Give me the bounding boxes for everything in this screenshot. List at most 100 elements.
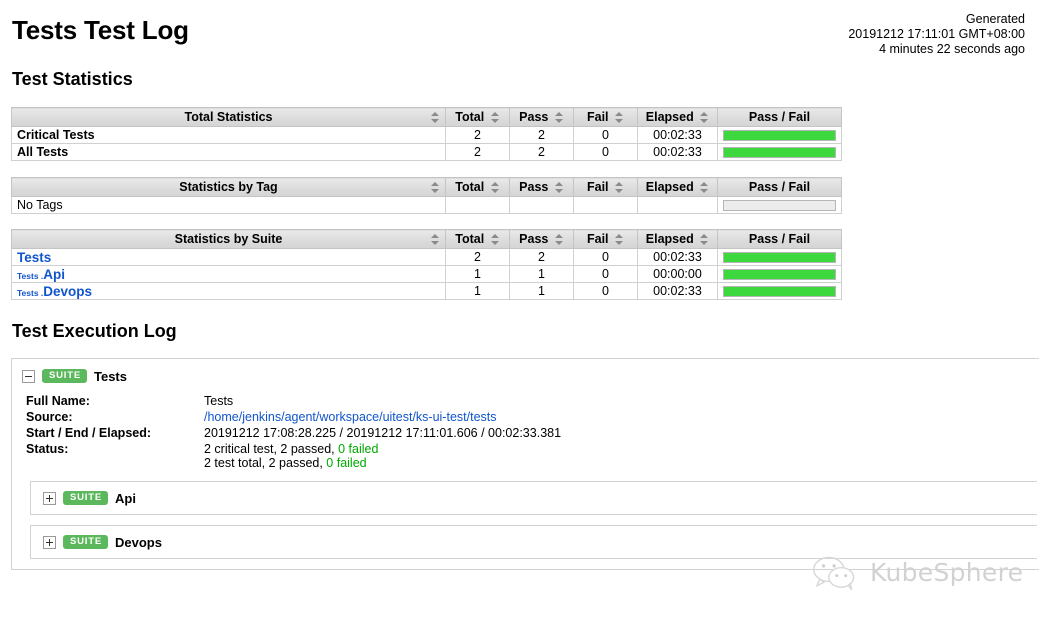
column-label: Fail bbox=[586, 180, 609, 194]
table-row: No Tags bbox=[11, 196, 842, 214]
suite-header-api[interactable]: SUITE Api bbox=[31, 489, 1037, 507]
sort-arrows-icon[interactable] bbox=[490, 182, 500, 194]
column-header-elapsed[interactable]: Elapsed bbox=[637, 177, 718, 197]
page-title: Tests Test Log bbox=[12, 15, 189, 45]
suite-badge: SUITE bbox=[63, 535, 108, 549]
column-header-pass[interactable]: Pass bbox=[509, 177, 574, 197]
column-header-fail[interactable]: Fail bbox=[573, 177, 638, 197]
column-header-elapsed[interactable]: Elapsed bbox=[637, 107, 718, 127]
sort-arrows-icon[interactable] bbox=[615, 182, 624, 194]
sort-arrows-icon[interactable] bbox=[490, 234, 500, 246]
column-label: Pass bbox=[519, 110, 549, 124]
cell-pass: 2 bbox=[509, 126, 574, 144]
column-header-fail[interactable]: Fail bbox=[573, 107, 638, 127]
sort-arrows-icon[interactable] bbox=[700, 112, 709, 124]
pass-portion bbox=[724, 147, 835, 157]
sort-arrows-icon[interactable] bbox=[431, 112, 440, 123]
sort-arrows-icon[interactable] bbox=[554, 234, 564, 246]
status-critical-failed: 0 failed bbox=[338, 442, 379, 456]
column-header-total-statistics[interactable]: Total Statistics bbox=[11, 107, 446, 127]
child-suite-api: SUITE Api bbox=[30, 481, 1037, 515]
cell-elapsed: 00:02:33 bbox=[637, 143, 718, 161]
cell-total: 2 bbox=[445, 143, 510, 161]
cell-pass bbox=[509, 196, 574, 214]
cell-pass-fail-bar bbox=[717, 265, 842, 283]
column-header-fail[interactable]: Fail bbox=[573, 229, 638, 249]
collapse-toggle-icon[interactable] bbox=[22, 369, 35, 383]
sort-arrows-icon[interactable] bbox=[700, 234, 709, 246]
table-row: Tests .Api 1 1 0 00:00:00 bbox=[11, 265, 842, 283]
sort-arrows-icon[interactable] bbox=[431, 182, 440, 193]
pass-portion bbox=[724, 130, 835, 140]
table-row: Critical Tests 2 2 0 00:02:33 bbox=[11, 126, 842, 144]
pass-portion bbox=[724, 269, 835, 279]
cell-total: 2 bbox=[445, 248, 510, 266]
column-header-total[interactable]: Total bbox=[445, 229, 510, 249]
cell-pass: 1 bbox=[509, 282, 574, 300]
metadata-row-status: Status: 2 critical test, 2 passed, 0 fai… bbox=[26, 441, 561, 471]
sort-arrows-icon[interactable] bbox=[490, 112, 500, 124]
column-header-statistics-by-tag[interactable]: Statistics by Tag bbox=[11, 177, 446, 197]
cell-elapsed bbox=[637, 196, 718, 214]
status-line-critical: 2 critical test, 2 passed, 0 failed bbox=[204, 442, 561, 456]
suite-title: Api bbox=[114, 490, 136, 506]
start-end-elapsed-value: 20191212 17:08:28.225 / 20191212 17:11:0… bbox=[204, 426, 562, 440]
expand-toggle-icon[interactable] bbox=[43, 491, 56, 505]
test-statistics-heading: Test Statistics bbox=[12, 69, 133, 89]
cell-fail bbox=[573, 196, 638, 214]
column-label: Pass / Fail bbox=[748, 110, 811, 124]
column-label: Pass / Fail bbox=[748, 180, 811, 194]
cell-pass: 2 bbox=[509, 248, 574, 266]
suite-statistics-table: Statistics by Suite Total Pass Fail Elap… bbox=[11, 229, 842, 300]
suite-link[interactable]: Tests .Devops bbox=[17, 284, 92, 299]
pass-portion bbox=[724, 252, 835, 262]
source-path-link[interactable]: /home/jenkins/agent/workspace/uitest/ks-… bbox=[204, 410, 497, 424]
sort-arrows-icon[interactable] bbox=[554, 112, 564, 124]
status-total-failed: 0 failed bbox=[326, 456, 367, 470]
generated-label: Generated bbox=[965, 12, 1025, 26]
sort-arrows-icon[interactable] bbox=[554, 182, 564, 194]
suite-header-devops[interactable]: SUITE Devops bbox=[31, 533, 1037, 551]
row-label-suite[interactable]: Tests .Devops bbox=[11, 282, 446, 300]
row-label-suite[interactable]: Tests bbox=[11, 248, 446, 266]
footer-brand: KubeSphere bbox=[812, 556, 1023, 590]
suite-link[interactable]: Tests bbox=[17, 250, 51, 265]
column-label: Statistics by Suite bbox=[174, 232, 283, 246]
pass-portion bbox=[724, 286, 835, 296]
source-value-cell[interactable]: /home/jenkins/agent/workspace/uitest/ks-… bbox=[204, 409, 561, 425]
cell-pass: 1 bbox=[509, 265, 574, 283]
suite-title: Tests bbox=[93, 368, 127, 384]
sort-arrows-icon[interactable] bbox=[615, 234, 624, 246]
cell-total: 2 bbox=[445, 126, 510, 144]
status-critical-text: 2 critical test, 2 passed, bbox=[204, 442, 339, 456]
table-header-row: Statistics by Tag Total Pass Fail Elapse… bbox=[11, 177, 842, 197]
column-header-total[interactable]: Total bbox=[445, 177, 510, 197]
expand-toggle-icon[interactable] bbox=[43, 535, 56, 549]
column-header-pass[interactable]: Pass bbox=[509, 107, 574, 127]
generated-info: Generated 20191212 17:11:01 GMT+08:00 4 … bbox=[848, 12, 1025, 57]
sort-arrows-icon[interactable] bbox=[700, 182, 709, 194]
column-header-elapsed[interactable]: Elapsed bbox=[637, 229, 718, 249]
sort-arrows-icon[interactable] bbox=[431, 234, 440, 245]
column-header-pass-fail: Pass / Fail bbox=[717, 177, 842, 197]
tag-statistics-table: Statistics by Tag Total Pass Fail Elapse… bbox=[11, 177, 842, 214]
test-execution-log-heading: Test Execution Log bbox=[12, 321, 177, 341]
column-header-pass-fail: Pass / Fail bbox=[717, 107, 842, 127]
table-row: Tests .Devops 1 1 0 00:02:33 bbox=[11, 282, 842, 300]
pass-fail-bar bbox=[723, 268, 836, 280]
brand-name: KubeSphere bbox=[870, 558, 1024, 587]
sort-arrows-icon[interactable] bbox=[615, 112, 624, 124]
cell-pass: 2 bbox=[509, 143, 574, 161]
suite-header-tests[interactable]: SUITE Tests bbox=[12, 367, 1039, 385]
column-header-pass[interactable]: Pass bbox=[509, 229, 574, 249]
pass-fail-bar bbox=[723, 146, 836, 158]
status-line-total: 2 test total, 2 passed, 0 failed bbox=[204, 456, 561, 470]
suite-link[interactable]: Tests .Api bbox=[17, 267, 65, 282]
column-header-statistics-by-suite[interactable]: Statistics by Suite bbox=[11, 229, 446, 249]
column-header-pass-fail: Pass / Fail bbox=[717, 229, 842, 249]
row-label-suite[interactable]: Tests .Api bbox=[11, 265, 446, 283]
column-label: Elapsed bbox=[645, 180, 694, 194]
column-header-total[interactable]: Total bbox=[445, 107, 510, 127]
cell-total: 1 bbox=[445, 265, 510, 283]
status-label: Status: bbox=[26, 442, 69, 456]
